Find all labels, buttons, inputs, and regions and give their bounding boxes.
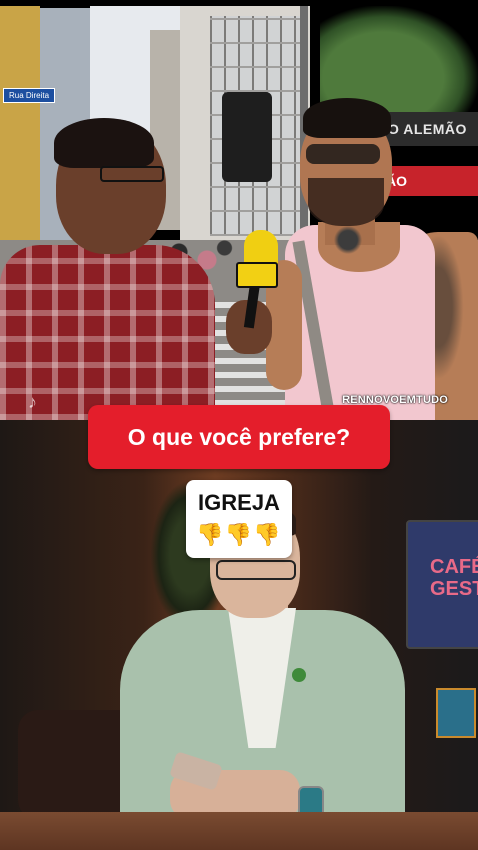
- tiktok-logo-icon: ♪: [28, 392, 37, 412]
- question-banner: O que você prefere?: [88, 405, 390, 469]
- traffic-light: [222, 92, 272, 182]
- interviewer-hair: [54, 118, 154, 168]
- lapel-pin: [292, 668, 306, 682]
- background-building: [0, 6, 40, 256]
- interviewer-glasses: [100, 166, 164, 182]
- interviewee-sunglasses: [306, 144, 380, 164]
- answer-card: IGREJA 👎👎👎: [186, 480, 292, 558]
- tv-screen-text: CAFÉ GEST: [430, 556, 478, 600]
- desk: [0, 812, 478, 850]
- top-video-frame: Rua Direita O ALEMÃO ÃO ♪ RENNOVOEMTUDO: [0, 0, 478, 420]
- thumbs-down-icon: 👎👎👎: [196, 522, 282, 547]
- host-glasses: [216, 560, 296, 580]
- answer-label: IGREJA: [198, 490, 280, 515]
- microphone-flag: [236, 262, 278, 288]
- shelf-object: [436, 688, 476, 738]
- tv-screen: CAFÉ GEST: [406, 520, 478, 649]
- street-sign: Rua Direita: [3, 88, 56, 103]
- shop-sign: O ALEMÃO: [380, 112, 478, 146]
- neck-tattoo: [330, 225, 366, 255]
- shop-sign-red: ÃO: [378, 166, 478, 196]
- interviewee-beard: [308, 178, 384, 226]
- interviewee-hair: [303, 98, 391, 138]
